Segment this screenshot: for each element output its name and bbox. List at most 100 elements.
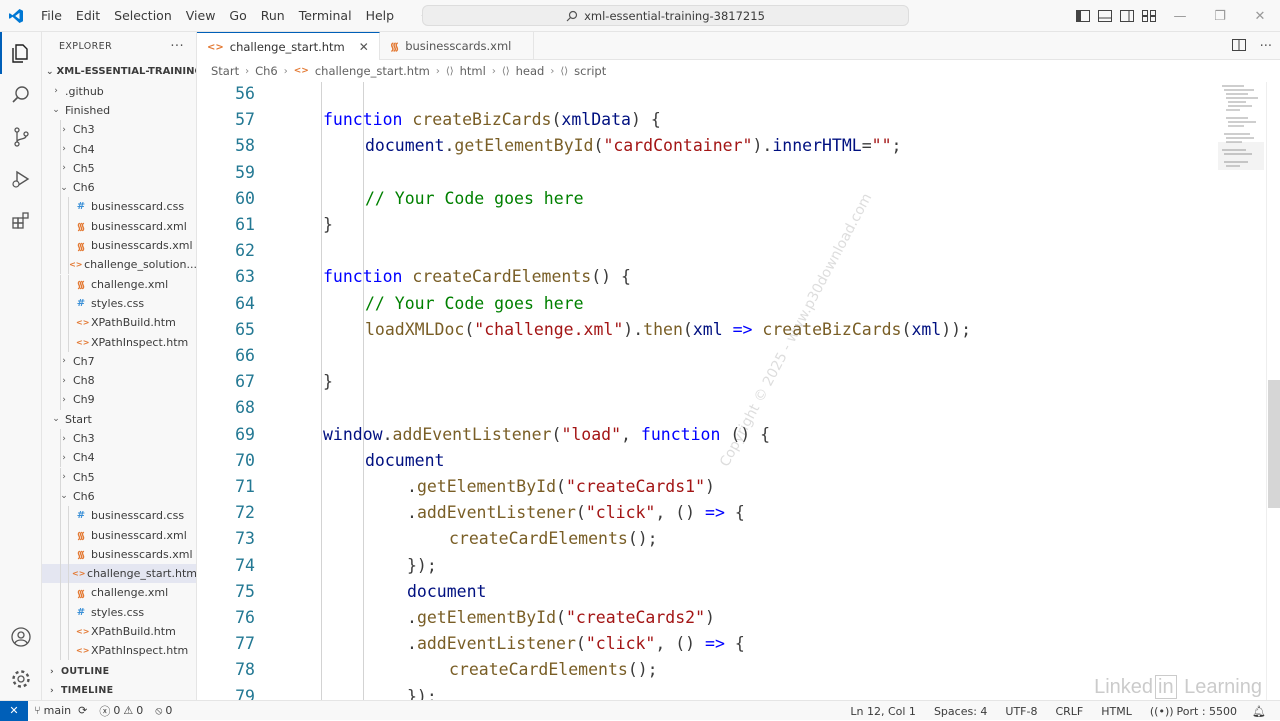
breadcrumb-script[interactable]: script bbox=[574, 64, 606, 78]
file-item[interactable]: <> XPathBuild.htm bbox=[42, 313, 196, 333]
folder-item[interactable]: › Ch5 bbox=[42, 158, 196, 178]
file-item[interactable]: ᯾ businesscards.xml bbox=[42, 235, 196, 256]
code-token: => bbox=[705, 503, 725, 523]
maximize-button[interactable]: ❐ bbox=[1200, 0, 1240, 32]
code-token: . bbox=[444, 136, 455, 156]
file-item[interactable]: ᯾ businesscard.xml bbox=[42, 525, 196, 545]
code-token: document bbox=[365, 136, 445, 156]
timeline-section[interactable]: › TIMELINE bbox=[42, 681, 196, 700]
code-line: 56 bbox=[197, 82, 1217, 107]
line-number: 63 bbox=[235, 267, 255, 287]
file-item[interactable]: # styles.css bbox=[42, 602, 196, 622]
toggle-panel-icon[interactable] bbox=[1094, 0, 1116, 32]
more-actions-icon[interactable]: ··· bbox=[1260, 39, 1272, 54]
folder-item[interactable]: › Ch3 bbox=[42, 428, 196, 449]
cursor-position[interactable]: Ln 12, Col 1 bbox=[841, 705, 925, 718]
folder-item[interactable]: › Ch8 bbox=[42, 371, 196, 391]
htm-file-icon: <> bbox=[76, 646, 90, 656]
menu-edit[interactable]: Edit bbox=[69, 0, 107, 32]
notifications-icon[interactable]: 🔔︎ bbox=[1246, 705, 1272, 718]
folder-item[interactable]: › Ch4 bbox=[42, 448, 196, 468]
remote-indicator-icon[interactable]: ✕ bbox=[0, 700, 28, 721]
file-item[interactable]: # styles.css bbox=[42, 293, 196, 314]
search-icon[interactable] bbox=[0, 74, 42, 116]
file-item[interactable]: ᯾ challenge.xml bbox=[42, 583, 196, 603]
chevron-down-icon: ⌄ bbox=[52, 105, 60, 116]
folder-item[interactable]: ⌄ Finished bbox=[42, 101, 196, 120]
code-token: } bbox=[323, 372, 333, 392]
source-control-icon[interactable] bbox=[0, 116, 42, 158]
close-window-button[interactable]: ✕ bbox=[1240, 0, 1280, 32]
breadcrumb-html[interactable]: html bbox=[460, 64, 486, 78]
outline-section[interactable]: › OUTLINE bbox=[42, 662, 196, 681]
toggle-primary-sidebar-icon[interactable] bbox=[1072, 0, 1094, 32]
file-item[interactable]: <> XPathInspect.htm bbox=[42, 332, 196, 352]
split-editor-icon[interactable] bbox=[1231, 38, 1246, 54]
file-item[interactable]: ᯾ businesscard.xml bbox=[42, 216, 196, 236]
extensions-icon[interactable] bbox=[0, 200, 42, 242]
ports-indicator[interactable]: ⦸ 0 bbox=[149, 704, 178, 718]
folder-item[interactable]: › Ch3 bbox=[42, 120, 196, 140]
live-server-port[interactable]: ((•)) Port : 5500 bbox=[1141, 705, 1246, 718]
customize-layout-icon[interactable] bbox=[1138, 0, 1160, 32]
tree-indent-guide bbox=[68, 293, 69, 314]
toggle-secondary-sidebar-icon[interactable] bbox=[1116, 0, 1138, 32]
menu-view[interactable]: View bbox=[179, 0, 223, 32]
workspace-root[interactable]: ⌄ XML-ESSENTIAL-TRAINING... bbox=[42, 62, 196, 81]
close-tab-icon[interactable]: ✕ bbox=[359, 40, 369, 54]
file-item[interactable]: <> XPathBuild.htm bbox=[42, 621, 196, 642]
folder-item[interactable]: › .github bbox=[42, 82, 196, 101]
folder-item[interactable]: › Ch9 bbox=[42, 390, 196, 410]
element-tag-icon: ⟨⟩ bbox=[560, 65, 569, 77]
breadcrumb-ch6[interactable]: Ch6 bbox=[255, 64, 278, 78]
run-debug-icon[interactable] bbox=[0, 158, 42, 200]
folder-item[interactable]: › Ch5 bbox=[42, 467, 196, 487]
broadcast-icon: ((•)) bbox=[1149, 704, 1174, 718]
tree-item-label: businesscards.xml bbox=[91, 547, 193, 561]
end-of-line[interactable]: CRLF bbox=[1046, 705, 1092, 718]
breadcrumb-file[interactable]: challenge_start.htm bbox=[315, 64, 430, 78]
problems-indicator[interactable]: ⓧ 0 ⚠ 0 bbox=[93, 703, 149, 719]
file-item[interactable]: <> challenge_start.htm bbox=[42, 564, 196, 584]
code-editor[interactable]: 56 57 function createBizCards(xmlData) {58… bbox=[197, 82, 1280, 700]
tab-businesscards-xml[interactable]: ᯾ businesscards.xml bbox=[380, 32, 535, 60]
tree-indent-guide bbox=[60, 235, 61, 256]
file-item[interactable]: # businesscard.css bbox=[42, 197, 196, 217]
breadcrumb-head[interactable]: head bbox=[516, 64, 545, 78]
tab-challenge-start[interactable]: <> challenge_start.htm ✕ bbox=[197, 32, 380, 61]
menu-selection[interactable]: Selection bbox=[107, 0, 179, 32]
minimap[interactable] bbox=[1218, 82, 1264, 182]
language-mode[interactable]: HTML bbox=[1092, 705, 1141, 718]
folder-item[interactable]: › Ch4 bbox=[42, 139, 196, 159]
folder-item[interactable]: ⌄ Start bbox=[42, 410, 196, 429]
tree-indent-guide bbox=[68, 506, 69, 526]
tree-indent-guide bbox=[60, 351, 61, 371]
more-actions-icon[interactable]: ··· bbox=[170, 39, 184, 54]
code-token: loadXMLDoc bbox=[365, 319, 465, 339]
tree-item-label: Ch3 bbox=[73, 123, 95, 137]
file-item[interactable]: ᯾ businesscards.xml bbox=[42, 544, 196, 564]
accounts-icon[interactable] bbox=[0, 616, 42, 658]
encoding[interactable]: UTF-8 bbox=[996, 705, 1046, 718]
folder-item[interactable]: ⌄ Ch6 bbox=[42, 178, 196, 198]
folder-item[interactable]: › Ch7 bbox=[42, 351, 196, 371]
menu-go[interactable]: Go bbox=[222, 0, 253, 32]
minimize-button[interactable]: — bbox=[1160, 0, 1200, 32]
indentation[interactable]: Spaces: 4 bbox=[925, 705, 996, 718]
file-item[interactable]: <> challenge_solution... bbox=[42, 255, 196, 275]
branch-indicator[interactable]: ⑂ main ⟳ bbox=[28, 704, 93, 717]
vertical-scrollbar-thumb[interactable] bbox=[1268, 380, 1280, 508]
file-item[interactable]: ᯾ challenge.xml bbox=[42, 274, 196, 294]
file-item[interactable]: # businesscard.css bbox=[42, 506, 196, 526]
manage-gear-icon[interactable] bbox=[0, 658, 42, 700]
menu-run[interactable]: Run bbox=[254, 0, 292, 32]
menu-file[interactable]: File bbox=[34, 0, 69, 32]
branch-name: main bbox=[43, 704, 72, 717]
breadcrumb-start[interactable]: Start bbox=[211, 64, 239, 78]
menu-help[interactable]: Help bbox=[359, 0, 402, 32]
folder-item[interactable]: ⌄ Ch6 bbox=[42, 486, 196, 507]
menu-terminal[interactable]: Terminal bbox=[292, 0, 359, 32]
file-item[interactable]: <> XPathInspect.htm bbox=[42, 641, 196, 661]
command-center-search[interactable]: xml-essential-training-3817215 bbox=[422, 5, 909, 26]
explorer-icon[interactable] bbox=[0, 32, 42, 74]
